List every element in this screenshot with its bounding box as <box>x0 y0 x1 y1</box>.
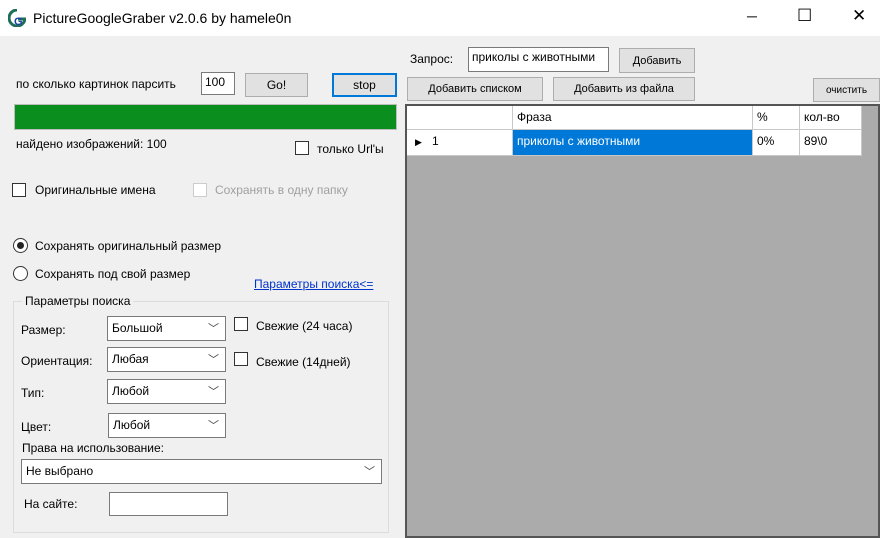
color-select[interactable]: Любой ﹀ <box>108 413 226 438</box>
original-names-checkbox[interactable] <box>12 183 26 197</box>
size-select[interactable]: Большой ﹀ <box>107 316 226 341</box>
fresh-14d-checkbox[interactable] <box>234 352 248 366</box>
rights-select[interactable]: Не выбрано ﹀ <box>21 459 382 484</box>
app-logo-icon: G <box>8 9 26 27</box>
rights-value: Не выбрано <box>26 464 94 478</box>
row-number: 1 <box>431 134 439 148</box>
found-count: найдено изображений: 100 <box>16 137 167 151</box>
add-list-button[interactable]: Добавить списком <box>407 77 543 101</box>
save-one-folder-checkbox[interactable] <box>193 183 207 197</box>
fresh-24h-checkbox[interactable] <box>234 317 248 331</box>
chevron-down-icon: ﹀ <box>208 354 219 366</box>
window-title: PictureGoogleGraber v2.0.6 by hamele0n <box>33 10 292 26</box>
go-button[interactable]: Go! <box>245 73 308 97</box>
progress-bar <box>14 104 397 130</box>
count-label: по сколько картинок парсить <box>16 77 176 91</box>
radio-original-label: Сохранять оригинальный размер <box>35 239 222 253</box>
cell-phrase[interactable]: приколы с животными <box>513 130 753 156</box>
stop-button[interactable]: stop <box>332 73 397 97</box>
color-value: Любой <box>113 418 151 432</box>
search-params-link[interactable]: Параметры поиска<= <box>254 277 373 291</box>
progress-fill <box>15 105 396 129</box>
orientation-label: Ориентация: <box>21 354 93 368</box>
fresh-24h-label: Свежие (24 часа) <box>256 319 353 333</box>
add-file-button[interactable]: Добавить из файла <box>553 77 695 101</box>
column-header-percent[interactable]: % <box>753 106 800 130</box>
chevron-down-icon: ﹀ <box>208 323 219 335</box>
row-header[interactable]: ▶ 1 <box>407 130 513 156</box>
cell-percent[interactable]: 0% <box>753 130 800 156</box>
column-header-count[interactable]: кол-во <box>800 106 862 130</box>
cell-count[interactable]: 89\0 <box>800 130 862 156</box>
svg-text:G: G <box>14 16 23 27</box>
radio-custom-label: Сохранять под свой размер <box>35 267 191 281</box>
type-label: Тип: <box>21 386 45 400</box>
phrases-grid: Фраза % кол-во ▶ 1 приколы с животными 0… <box>405 104 880 538</box>
chevron-down-icon: ﹀ <box>364 466 375 478</box>
original-names-label: Оригинальные имена <box>35 183 156 197</box>
query-value: приколы с животными <box>472 50 596 64</box>
minimize-button[interactable]: ─ <box>747 8 757 24</box>
column-header-phrase[interactable]: Фраза <box>513 106 753 130</box>
search-params-legend: Параметры поиска <box>22 294 134 308</box>
radio-custom-size[interactable] <box>13 266 28 281</box>
add-button[interactable]: Добавить <box>619 48 695 73</box>
maximize-button[interactable]: ☐ <box>797 6 812 26</box>
clear-button[interactable]: очистить <box>813 78 880 102</box>
site-label: На сайте: <box>24 497 78 511</box>
orientation-value: Любая <box>112 352 149 366</box>
only-urls-checkbox[interactable] <box>295 141 309 155</box>
title-bar: G PictureGoogleGraber v2.0.6 by hamele0n… <box>0 0 880 36</box>
type-value: Любой <box>112 384 150 398</box>
size-value: Большой <box>112 321 163 335</box>
orientation-select[interactable]: Любая ﹀ <box>107 347 226 372</box>
corner-header <box>407 106 513 130</box>
save-one-folder-label: Сохранять в одну папку <box>215 183 348 197</box>
chevron-down-icon: ﹀ <box>208 386 219 398</box>
chevron-down-icon: ﹀ <box>208 420 219 432</box>
site-input[interactable] <box>109 492 228 516</box>
query-input[interactable]: приколы с животными <box>468 47 609 72</box>
size-label: Размер: <box>21 323 66 337</box>
count-input[interactable]: 100 <box>201 72 235 95</box>
rights-label: Права на использование: <box>22 441 165 455</box>
current-row-arrow-icon: ▶ <box>415 137 422 147</box>
type-select[interactable]: Любой ﹀ <box>107 379 226 404</box>
close-button[interactable]: ✕ <box>852 6 866 26</box>
color-label: Цвет: <box>21 420 52 434</box>
fresh-14d-label: Свежие (14дней) <box>256 355 351 369</box>
radio-original-size[interactable] <box>13 238 28 253</box>
query-label: Запрос: <box>410 52 454 66</box>
only-urls-label: только Url'ы <box>317 142 384 156</box>
